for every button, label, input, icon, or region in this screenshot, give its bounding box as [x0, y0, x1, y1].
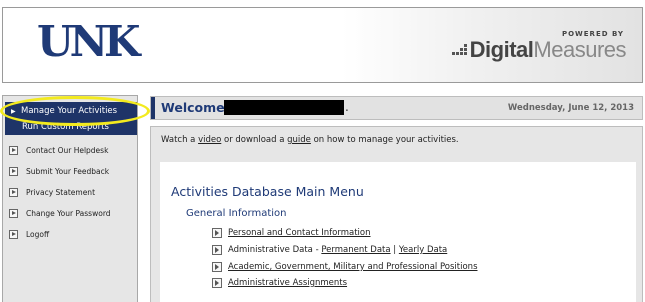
video-link[interactable]: video: [198, 135, 221, 145]
intro-mid: or download a: [221, 135, 288, 145]
welcome-bar: Welcome, . Wednesday, June 12, 2013: [150, 96, 643, 120]
sidebar-item-label: Contact Our Helpdesk: [26, 146, 109, 155]
sidebar-item-label: Manage Your Activities: [21, 106, 118, 116]
sidebar-item-run-custom-reports[interactable]: Run Custom Reports: [22, 122, 109, 132]
main-content: Watch a video or download a guide on how…: [150, 126, 643, 302]
arrow-box-icon: [9, 209, 18, 218]
menu-entry-positions: Academic, Government, Military and Profe…: [212, 262, 632, 276]
welcome-period: .: [345, 100, 349, 114]
positions-link[interactable]: Academic, Government, Military and Profe…: [228, 262, 478, 272]
section-title-general: General Information: [186, 208, 287, 219]
main-menu-card: Activities Database Main Menu General In…: [160, 162, 636, 302]
intro-pre: Watch a: [161, 135, 199, 145]
arrow-box-icon[interactable]: [212, 245, 222, 255]
sidebar-item-logoff[interactable]: Logoff: [9, 229, 137, 243]
arrow-box-icon[interactable]: [212, 262, 222, 272]
intro-text: Watch a video or download a guide on how…: [161, 135, 459, 145]
arrow-box-icon: [9, 167, 18, 176]
sidebar-item-manage-activities[interactable]: ▶ Manage Your Activities Run Custom Repo…: [5, 102, 137, 135]
menu-entry-admin-assignments: Administrative Assignments: [212, 278, 632, 292]
unk-logo[interactable]: UNK: [37, 21, 141, 63]
sidebar-item-helpdesk[interactable]: Contact Our Helpdesk: [9, 145, 137, 159]
arrow-box-icon: [9, 146, 18, 155]
entry-prefix: Administrative Data -: [228, 245, 322, 255]
welcome-accent: [151, 97, 155, 119]
arrow-box-icon: [9, 188, 18, 197]
site-header: UNK POWERED BY DigitalMeasures: [2, 7, 643, 83]
personal-contact-link[interactable]: Personal and Contact Information: [228, 228, 371, 238]
redacted-user-name: [224, 100, 344, 115]
measures-text: Measures: [533, 37, 626, 62]
dots-icon: [451, 44, 468, 58]
sidebar-item-change-password[interactable]: Change Your Password: [9, 208, 137, 222]
page-title: Activities Database Main Menu: [171, 184, 364, 199]
unk-logo-text: UNK: [37, 17, 141, 66]
sidebar-item-label: Change Your Password: [26, 209, 111, 218]
sidebar-item-label: Privacy Statement: [26, 188, 96, 197]
permanent-data-link[interactable]: Permanent Data: [321, 245, 390, 255]
guide-link[interactable]: guide: [287, 135, 311, 145]
arrow-box-icon: [9, 230, 18, 239]
menu-entry-administrative-data: Administrative Data - Permanent Data | Y…: [212, 245, 632, 259]
arrow-box-icon[interactable]: [212, 228, 222, 238]
sidebar-item-label: Submit Your Feedback: [26, 167, 110, 176]
digital-measures-branding: POWERED BY DigitalMeasures: [342, 8, 642, 82]
sidebar-item-feedback[interactable]: Submit Your Feedback: [9, 166, 137, 180]
current-date: Wednesday, June 12, 2013: [507, 103, 634, 113]
digital-text: Digital: [469, 37, 534, 62]
sidebar-item-label: Logoff: [26, 230, 50, 239]
yearly-data-link[interactable]: Yearly Data: [399, 245, 447, 255]
menu-entry-personal-contact: Personal and Contact Information: [212, 228, 632, 242]
sidebar-nav: ▶ Manage Your Activities Run Custom Repo…: [2, 95, 138, 302]
sidebar-item-privacy[interactable]: Privacy Statement: [9, 187, 137, 201]
triangle-right-icon: ▶: [11, 108, 16, 115]
welcome-title: Welcome,: [161, 100, 230, 115]
arrow-box-icon[interactable]: [212, 278, 222, 288]
entry-separator: |: [390, 245, 399, 255]
admin-assignments-link[interactable]: Administrative Assignments: [228, 278, 347, 288]
digital-measures-logo: DigitalMeasures: [451, 37, 626, 62]
intro-post: on how to manage your activities.: [310, 135, 459, 145]
